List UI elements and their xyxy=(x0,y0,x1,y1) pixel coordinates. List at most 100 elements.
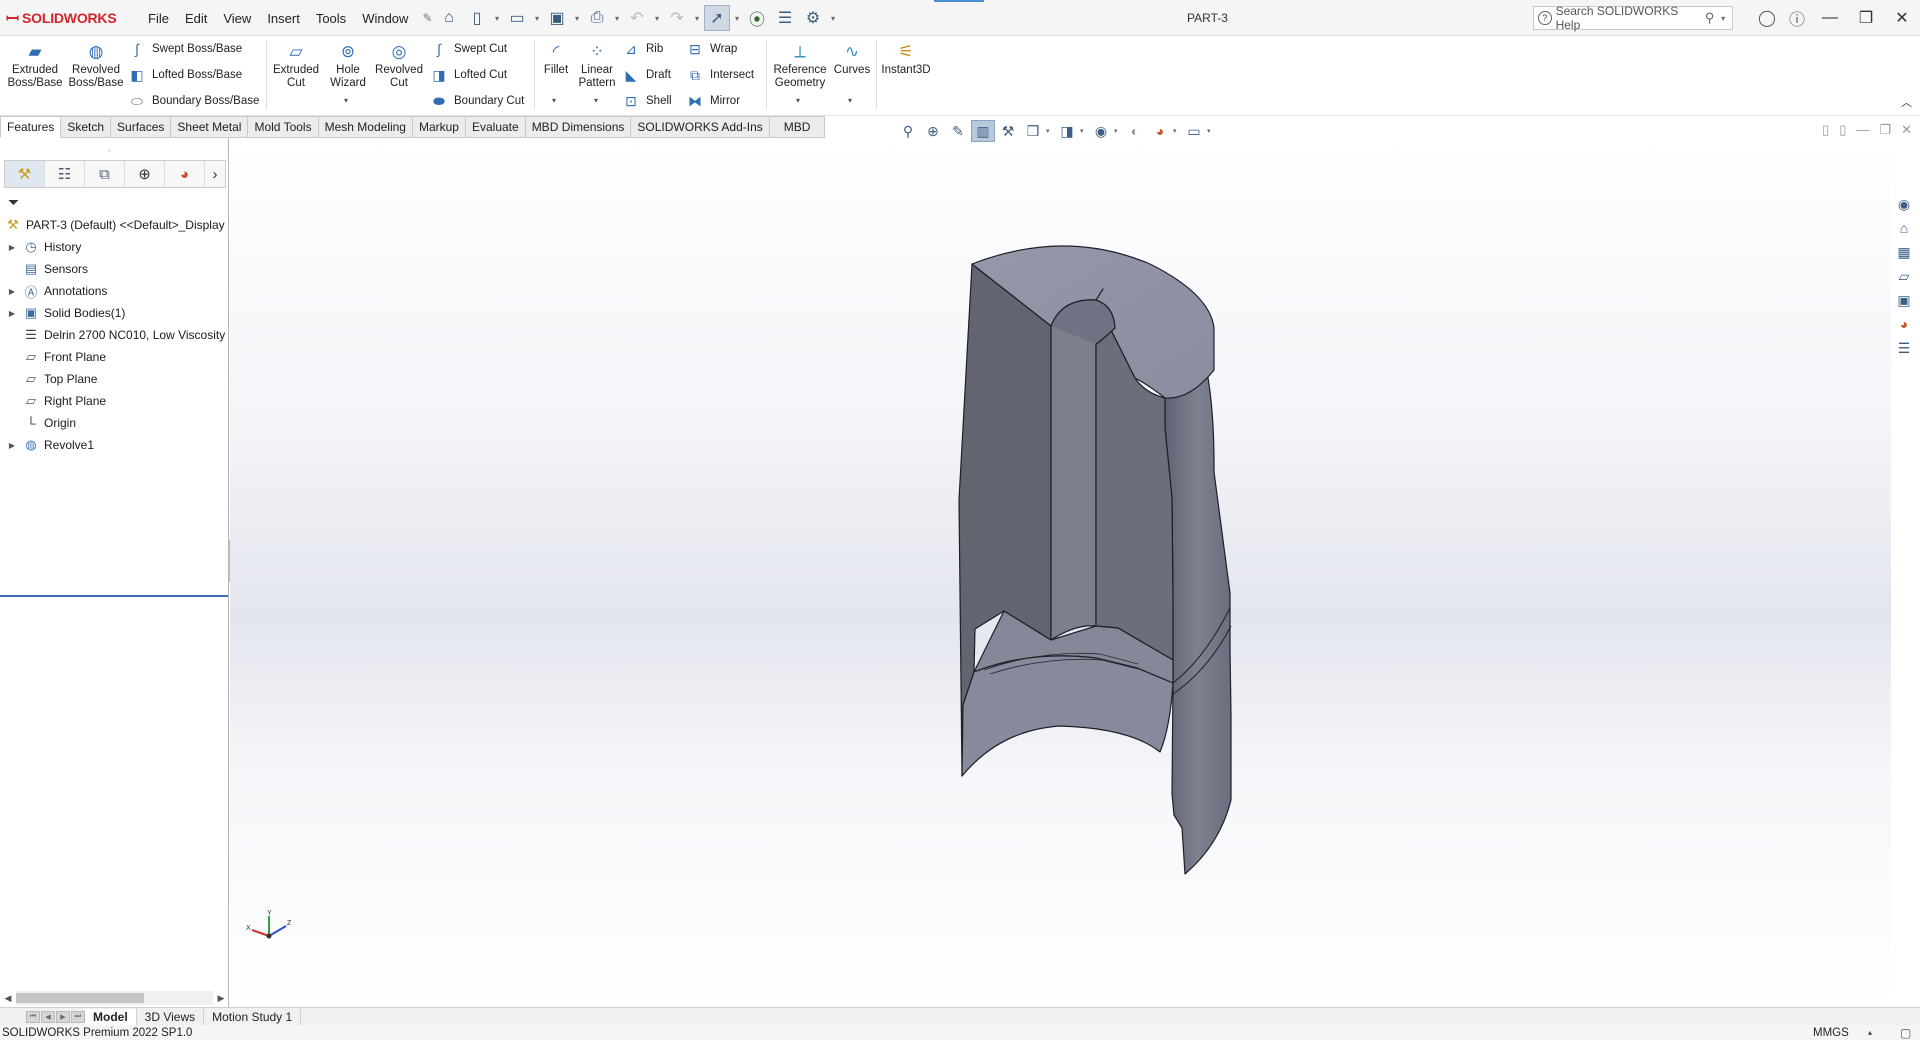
solidworks-forum-icon[interactable]: ☰ xyxy=(1891,336,1917,360)
viewport-close-icon[interactable]: ✕ xyxy=(1901,122,1912,138)
design-library-icon[interactable]: ⌂ xyxy=(1891,216,1917,240)
lofted-boss-button[interactable]: ◧ Lofted Boss/Base xyxy=(128,66,242,84)
apply-scene-icon[interactable]: ◕ xyxy=(1148,120,1172,142)
dimxpert-manager-tab-icon[interactable]: ⊕ xyxy=(125,161,165,187)
tab-markup[interactable]: Markup xyxy=(412,116,466,138)
orientation-triad[interactable]: Y X Z xyxy=(244,908,294,948)
shell-button[interactable]: ⊡ Shell xyxy=(622,92,671,110)
redo-dropdown-icon[interactable]: ▾ xyxy=(692,14,702,23)
tab-sheet-metal[interactable]: Sheet Metal xyxy=(171,116,249,138)
tree-item-solid-bodies[interactable]: ▶ ▣ Solid Bodies(1) xyxy=(0,302,229,324)
menu-file[interactable]: File xyxy=(140,9,177,28)
scroll-track[interactable] xyxy=(16,991,213,1005)
tree-item-revolve1[interactable]: ▶ ◍ Revolve1 xyxy=(0,434,229,456)
minimize-button[interactable]: — xyxy=(1812,0,1848,36)
file-explorer-icon[interactable]: ▦ xyxy=(1891,240,1917,264)
tab-solidworks-add-ins[interactable]: SOLIDWORKS Add-Ins xyxy=(631,116,770,138)
feedback-icon[interactable]: ▢ xyxy=(1900,1026,1911,1040)
tab-sketch[interactable]: Sketch xyxy=(61,116,112,138)
viewport-minimize-icon[interactable]: — xyxy=(1856,122,1869,138)
display-manager-tab-icon[interactable]: ◕ xyxy=(165,161,205,187)
select-cursor-icon[interactable]: ➚ xyxy=(704,5,730,31)
unit-system[interactable]: MMGS xyxy=(1813,1027,1849,1039)
collapse-ribbon-icon[interactable]: ︿ xyxy=(1901,94,1912,110)
tree-item-history[interactable]: ▶ ◷ History xyxy=(0,236,229,258)
new-document-icon[interactable]: ▯ xyxy=(464,5,490,31)
home-icon[interactable]: ⌂ xyxy=(436,5,462,31)
tree-item-front-plane[interactable]: ▱ Front Plane xyxy=(0,346,229,368)
lofted-cut-button[interactable]: ◨ Lofted Cut xyxy=(430,66,507,84)
reference-geometry-dropdown-icon[interactable]: ▾ xyxy=(796,96,800,105)
fillet-button[interactable]: ◜ Fillet xyxy=(536,40,576,77)
tree-item-sensors[interactable]: ▤ Sensors xyxy=(0,258,229,280)
tab-mbd[interactable]: MBD xyxy=(769,116,826,138)
display-style-dropdown-icon[interactable]: ▾ xyxy=(1080,127,1088,135)
graphics-area[interactable]: Y X Z xyxy=(230,138,1891,1007)
display-style-icon[interactable]: ◨ xyxy=(1055,120,1079,142)
model-view[interactable] xyxy=(230,138,1891,1007)
restore-button[interactable]: ❐ xyxy=(1848,0,1884,36)
revolved-cut-button[interactable]: ◎ Revolved Cut xyxy=(372,40,426,90)
user-account-icon[interactable]: ◯ xyxy=(1752,0,1782,36)
previous-view-icon[interactable]: ✎ xyxy=(946,120,970,142)
menu-edit[interactable]: Edit xyxy=(177,9,215,28)
previous-tab-icon[interactable]: ◀ xyxy=(41,1010,55,1023)
tab-model[interactable]: Model xyxy=(85,1008,137,1025)
feature-manager-tab-icon[interactable]: ⚒ xyxy=(5,161,45,187)
mirror-button[interactable]: ⧓ Mirror xyxy=(686,92,740,110)
dynamic-annotation-icon[interactable]: ⚒ xyxy=(996,120,1020,142)
appearances-icon[interactable]: ▣ xyxy=(1891,288,1917,312)
solidworks-resources-icon[interactable]: ◉ xyxy=(1891,192,1917,216)
tree-item-right-plane[interactable]: ▱ Right Plane xyxy=(0,390,229,412)
zoom-to-fit-icon[interactable]: ⚲ xyxy=(896,120,920,142)
tree-item-top-plane[interactable]: ▱ Top Plane xyxy=(0,368,229,390)
tab-motion-study-1[interactable]: Motion Study 1 xyxy=(204,1008,302,1025)
filter-icon[interactable]: ⏷ xyxy=(8,194,19,211)
last-tab-icon[interactable]: ⏭ xyxy=(71,1010,85,1023)
menu-tools[interactable]: Tools xyxy=(308,9,354,28)
linear-pattern-button[interactable]: ⁘ Linear Pattern xyxy=(576,40,618,90)
print-dropdown-icon[interactable]: ▾ xyxy=(612,14,622,23)
view-orientation-dropdown-icon[interactable]: ▾ xyxy=(1046,127,1054,135)
apply-scene-dropdown-icon[interactable]: ▾ xyxy=(1173,127,1181,135)
extruded-cut-button[interactable]: ▱ Extruded Cut xyxy=(270,40,322,90)
intersect-button[interactable]: ⧉ Intersect xyxy=(686,66,754,84)
more-tabs-icon[interactable]: › xyxy=(205,161,225,187)
hide-show-dropdown-icon[interactable]: ▾ xyxy=(1114,127,1122,135)
expand-arrow-icon[interactable]: ▶ xyxy=(6,287,18,296)
search-help-box[interactable]: ? Search SOLIDWORKS Help ⚲ ▾ xyxy=(1533,4,1733,32)
scroll-thumb[interactable] xyxy=(16,993,144,1003)
open-folder-icon[interactable]: ▭ xyxy=(504,5,530,31)
tab-surfaces[interactable]: Surfaces xyxy=(111,116,172,138)
next-tab-icon[interactable]: ▶ xyxy=(56,1010,70,1023)
scroll-right-icon[interactable]: ▶ xyxy=(213,993,229,1004)
custom-properties-icon[interactable]: ◕ xyxy=(1891,312,1917,336)
scroll-left-icon[interactable]: ◀ xyxy=(0,993,16,1004)
pattern-dropdown-icon[interactable]: ▾ xyxy=(594,96,598,105)
search-icon[interactable]: ⚲ xyxy=(1705,10,1715,26)
hole-wizard-button[interactable]: ⊚ Hole Wizard xyxy=(322,40,374,90)
viewport-panel-left-icon[interactable]: ▯ xyxy=(1822,122,1829,138)
options-gear-icon[interactable]: ⚙ xyxy=(800,5,826,31)
solidworks-logo[interactable]: ꟷ SOLIDWORKS xyxy=(6,8,117,28)
edit-appearance-icon[interactable]: ◐ xyxy=(1123,120,1147,142)
expand-arrow-icon[interactable]: ▶ xyxy=(6,309,18,318)
swept-boss-button[interactable]: ∫ Swept Boss/Base xyxy=(128,40,242,58)
tab-mbd-dimensions[interactable]: MBD Dimensions xyxy=(525,116,632,138)
rollback-bar[interactable] xyxy=(0,595,228,597)
open-dropdown-icon[interactable]: ▾ xyxy=(532,14,542,23)
tree-item-part[interactable]: ⚒ PART-3 (Default) <<Default>_Display xyxy=(0,214,229,236)
options-dropdown-icon[interactable]: ▾ xyxy=(828,14,838,23)
view-settings-dropdown-icon[interactable]: ▾ xyxy=(1207,127,1215,135)
redo-icon[interactable]: ↷ xyxy=(664,5,690,31)
zoom-to-area-icon[interactable]: ⊕ xyxy=(921,120,945,142)
save-icon[interactable]: ▣ xyxy=(544,5,570,31)
view-settings-icon[interactable]: ▭ xyxy=(1182,120,1206,142)
unit-system-up-icon[interactable]: ▴ xyxy=(1868,1028,1872,1037)
reference-geometry-button[interactable]: ⟂ Reference Geometry xyxy=(770,40,830,90)
revolved-boss-button[interactable]: ◍ Revolved Boss/Base xyxy=(68,40,124,90)
undo-dropdown-icon[interactable]: ▾ xyxy=(652,14,662,23)
tree-item-origin[interactable]: └ Origin xyxy=(0,412,229,434)
search-dropdown-icon[interactable]: ▾ xyxy=(1718,14,1728,23)
tab-mold-tools[interactable]: Mold Tools xyxy=(248,116,319,138)
